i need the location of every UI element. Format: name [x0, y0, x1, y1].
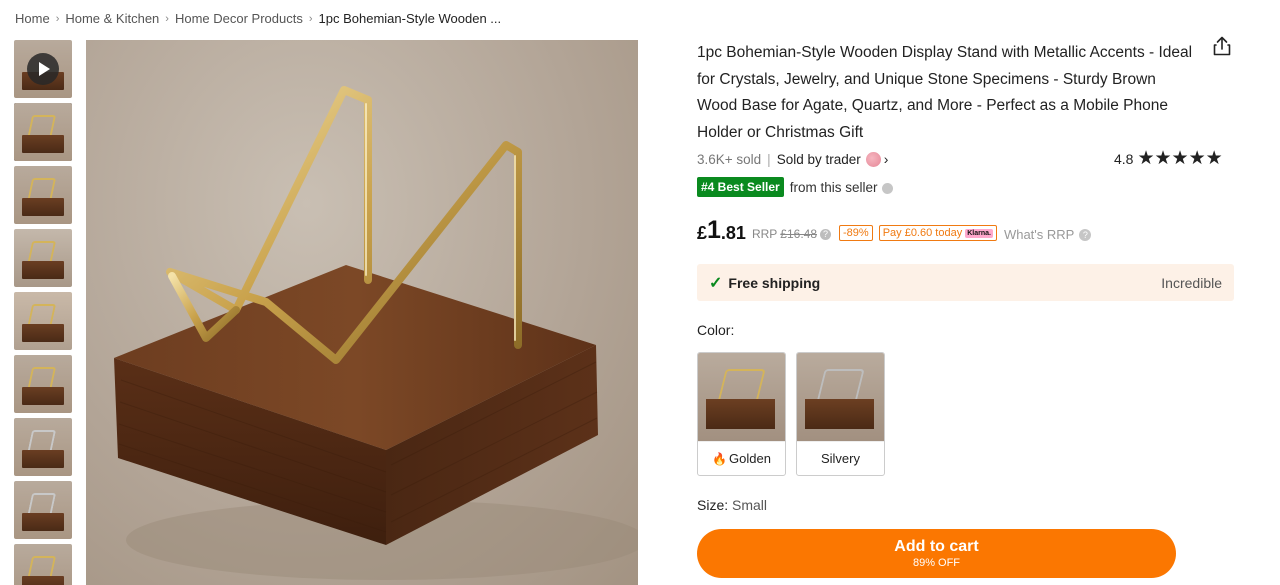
thumbnail-item[interactable] — [14, 481, 72, 539]
play-icon — [27, 53, 59, 85]
pay-today-text: Pay £0.60 today — [882, 227, 963, 239]
thumbnail-list — [14, 40, 72, 585]
thumbnail-item[interactable] — [14, 418, 72, 476]
whats-rrp-link[interactable]: What's RRP ? — [1003, 227, 1092, 242]
color-label: Color: — [697, 322, 735, 338]
product-title: 1pc Bohemian-Style Wooden Display Stand … — [697, 44, 1193, 141]
breadcrumb-home[interactable]: Home — [15, 11, 50, 26]
thumbnail-item[interactable] — [14, 292, 72, 350]
best-seller-suffix: from this seller — [789, 179, 878, 195]
thumbnail-item[interactable] — [14, 355, 72, 413]
thumbnail-item[interactable] — [14, 229, 72, 287]
share-icon[interactable] — [1211, 35, 1233, 57]
rrp-value: £16.48 — [780, 227, 817, 241]
klarna-logo: Klarna. — [965, 228, 993, 238]
thumbnail-video[interactable] — [14, 40, 72, 98]
breadcrumb-home-decor[interactable]: Home Decor Products — [175, 11, 303, 26]
size-title: Size: — [697, 497, 729, 511]
breadcrumb-separator-icon: › — [165, 12, 169, 25]
best-seller-badge: #4 Best Seller — [697, 177, 784, 197]
shipping-tag: Incredible — [1161, 274, 1222, 291]
add-to-cart-button[interactable]: Add to cart 89% OFF — [697, 529, 1176, 578]
thumbnail-item[interactable] — [14, 103, 72, 161]
breadcrumb-separator-icon: › — [55, 12, 60, 25]
size-value: Small — [732, 497, 768, 511]
price-line: £ 1 .81 RRP £16.48 ? -89% Pay £0.60 toda… — [697, 217, 1092, 243]
size-label: Size: Small — [697, 497, 767, 511]
color-option-label: Silvery — [820, 451, 860, 466]
discount-badge: -89% — [839, 225, 873, 241]
breadcrumb-home-kitchen[interactable]: Home & Kitchen — [65, 11, 159, 26]
price: £ 1 .81 — [697, 217, 746, 243]
info-icon[interactable] — [881, 182, 893, 194]
sold-info: 3.6K+ sold | Sold by trader › — [697, 151, 888, 167]
seller-avatar[interactable] — [865, 151, 881, 167]
add-to-cart-discount: 89% OFF — [912, 556, 961, 569]
swatch-image — [797, 353, 884, 441]
swatch-image — [698, 353, 785, 441]
chevron-right-icon[interactable]: › — [884, 151, 889, 167]
breadcrumb-separator-icon: › — [308, 12, 313, 25]
rating[interactable]: 4.8 ★★★★★ — [1114, 149, 1223, 168]
flame-icon: 🔥 — [712, 451, 728, 466]
add-to-cart-label: Add to cart — [894, 537, 979, 555]
rating-value: 4.8 — [1114, 150, 1134, 167]
rrp-label: RRP — [751, 227, 778, 241]
help-icon: ? — [1079, 228, 1092, 241]
shipping-label: Free shipping — [728, 274, 821, 291]
color-option-silvery[interactable]: Silvery — [796, 352, 885, 476]
breadcrumb-current: 1pc Bohemian-Style Wooden ... — [318, 11, 502, 26]
product-photo — [114, 86, 638, 580]
thumbnail-item[interactable] — [14, 166, 72, 224]
star-rating-icon: ★★★★★ — [1137, 148, 1223, 169]
divider: | — [767, 151, 771, 167]
whats-rrp-text: What's RRP — [1003, 227, 1075, 242]
thumbnail-item[interactable] — [14, 544, 72, 585]
color-options: 🔥 Golden Silvery — [697, 352, 895, 476]
rrp: RRP £16.48 ? — [752, 227, 831, 241]
breadcrumb: Home › Home & Kitchen › Home Decor Produ… — [15, 11, 501, 26]
sold-count: 3.6K+ sold — [697, 151, 762, 167]
price-decimal: .81 — [720, 223, 746, 243]
check-icon: ✓ — [709, 274, 723, 292]
main-product-image[interactable] — [86, 40, 638, 585]
price-currency: £ — [697, 223, 708, 243]
color-option-golden[interactable]: 🔥 Golden — [697, 352, 786, 476]
help-icon[interactable]: ? — [820, 228, 831, 240]
seller-link[interactable]: Sold by trader — [777, 152, 861, 167]
shipping-banner[interactable]: ✓ Free shipping Incredible — [697, 264, 1234, 301]
color-option-label: Golden — [729, 451, 771, 466]
pay-today-badge[interactable]: Pay £0.60 today Klarna. — [878, 225, 997, 241]
price-integer: 1 — [707, 216, 721, 244]
best-seller-line: #4 Best Seller from this seller — [697, 177, 893, 197]
